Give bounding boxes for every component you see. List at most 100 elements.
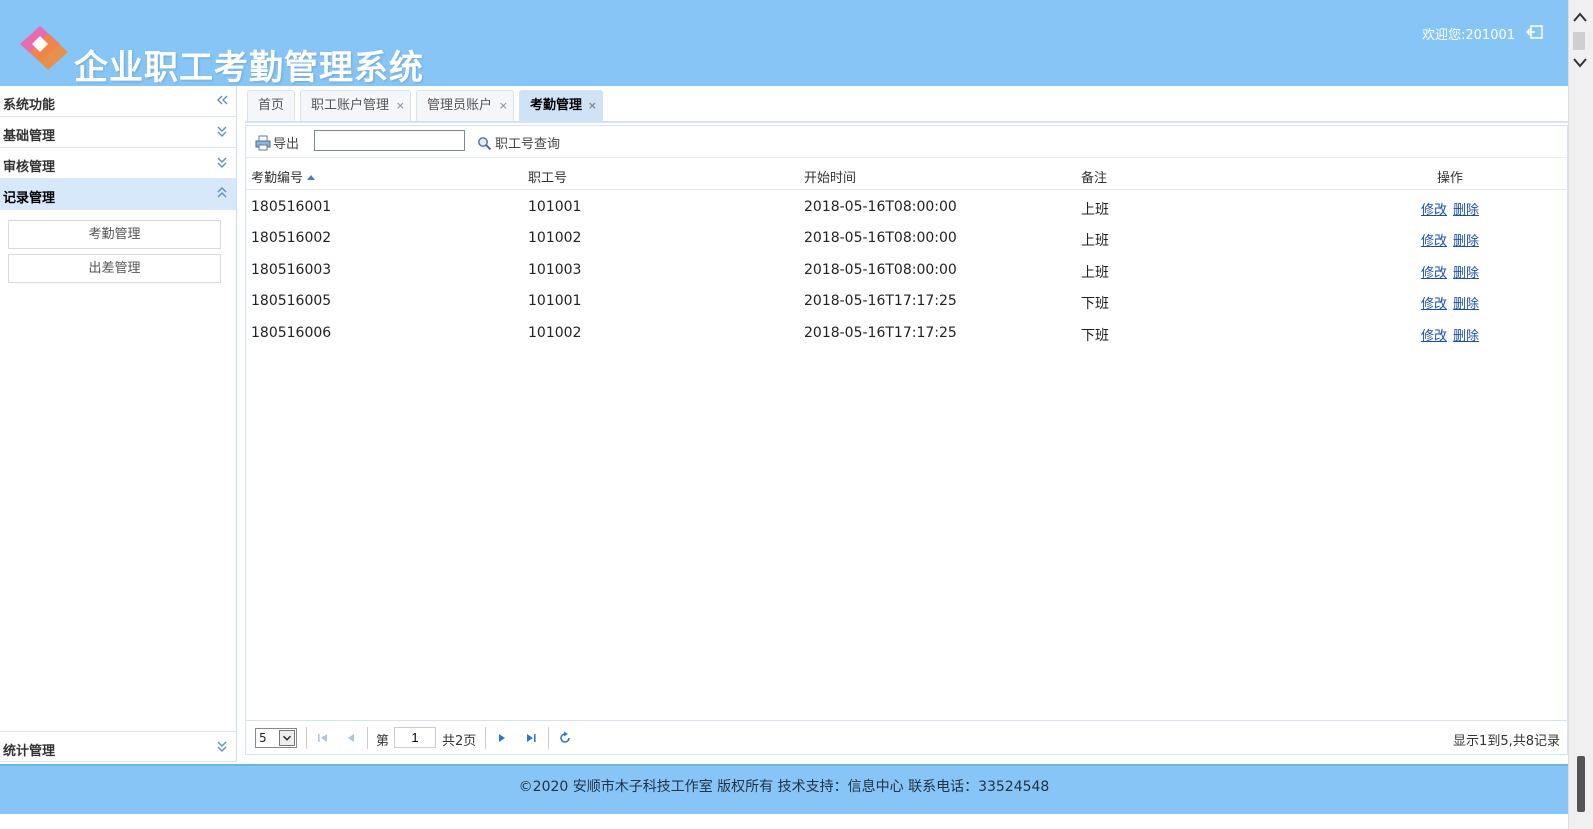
cell-note: 上班 bbox=[1081, 233, 1109, 249]
page-size-value: 5 bbox=[259, 731, 267, 745]
cell-start-time: 2018-05-16T08:00:00 bbox=[804, 262, 957, 278]
cell-employee-id: 101003 bbox=[528, 262, 582, 278]
pager-separator bbox=[367, 727, 368, 749]
pager-separator bbox=[548, 727, 549, 749]
cell-note: 上班 bbox=[1081, 202, 1109, 218]
cell-employee-id: 101001 bbox=[528, 293, 582, 309]
cell-start-time: 2018-05-16T08:00:00 bbox=[804, 199, 957, 215]
toolbar: 导出 职工号查询 bbox=[246, 126, 1567, 158]
tab-home[interactable]: 首页 bbox=[247, 90, 295, 121]
sidebar-title-label: 系统功能 bbox=[3, 98, 56, 113]
tab-admin-accounts[interactable]: 管理员账户 × bbox=[416, 90, 514, 121]
next-page-icon[interactable] bbox=[495, 731, 509, 745]
search-icon bbox=[478, 137, 492, 151]
footer: ©2020 安顺市木子科技工作室 版权所有 技术支持：信息中心 联系电话：335… bbox=[0, 764, 1568, 814]
grid-header: 考勤编号 职工号 开始时间 备注 操作 bbox=[246, 159, 1567, 190]
chevron-double-down-icon bbox=[217, 741, 227, 752]
collapse-left-icon[interactable] bbox=[216, 93, 228, 107]
column-header-start-time[interactable]: 开始时间 bbox=[804, 167, 856, 186]
sort-ascending-icon bbox=[307, 175, 316, 180]
chevron-double-down-icon bbox=[217, 126, 227, 137]
query-label: 职工号查询 bbox=[495, 137, 561, 152]
prev-page-icon[interactable] bbox=[344, 731, 358, 745]
delete-link[interactable]: 删除 bbox=[1453, 199, 1479, 218]
cell-attendance-id: 180516003 bbox=[251, 262, 332, 278]
last-page-icon[interactable] bbox=[524, 731, 538, 745]
tab-label: 管理员账户 bbox=[427, 98, 493, 113]
tab-close-icon[interactable]: × bbox=[396, 91, 405, 120]
sidebar-group-records[interactable]: 记录管理 bbox=[0, 179, 236, 210]
page-info: 显示1到5,共8记录 bbox=[1453, 734, 1560, 749]
edit-link[interactable]: 修改 bbox=[1421, 293, 1447, 312]
cell-employee-id: 101001 bbox=[528, 199, 582, 215]
scroll-up-icon[interactable] bbox=[1572, 10, 1588, 24]
cell-employee-id: 101002 bbox=[528, 325, 582, 341]
table-row[interactable]: 180516002 101002 2018-05-16T08:00:00 上班 … bbox=[246, 222, 1567, 253]
cell-start-time: 2018-05-16T08:00:00 bbox=[804, 230, 957, 246]
lower-scrollbar-thumb[interactable] bbox=[1577, 756, 1585, 812]
edit-link[interactable]: 修改 bbox=[1421, 230, 1447, 249]
employee-query-button[interactable]: 职工号查询 bbox=[477, 133, 560, 152]
cell-note: 上班 bbox=[1081, 265, 1109, 281]
cell-attendance-id: 180516006 bbox=[251, 325, 332, 341]
footer-copyright: ©2020 安顺市木子科技工作室 版权所有 技术支持：信息中心 联系电话：335… bbox=[518, 779, 1050, 795]
sidebar-item-attendance[interactable]: 考勤管理 bbox=[8, 220, 221, 249]
edit-link[interactable]: 修改 bbox=[1421, 199, 1447, 218]
table-row[interactable]: 180516001 101001 2018-05-16T08:00:00 上班 … bbox=[246, 191, 1567, 222]
app-header: 企业职工考勤管理系统 欢迎您:201001 bbox=[0, 0, 1568, 88]
table-row[interactable]: 180516003 101003 2018-05-16T08:00:00 上班 … bbox=[246, 254, 1567, 285]
export-button[interactable]: 导出 bbox=[255, 133, 299, 152]
sidebar-group-audit[interactable]: 审核管理 bbox=[0, 148, 236, 179]
sidebar-item-business-trip[interactable]: 出差管理 bbox=[8, 254, 221, 283]
cell-note: 下班 bbox=[1081, 296, 1109, 312]
sidebar-group-label: 记录管理 bbox=[3, 191, 56, 206]
chevron-double-down-icon bbox=[217, 157, 227, 168]
sidebar-title: 系统功能 bbox=[0, 86, 236, 117]
page-prefix: 第 bbox=[376, 734, 390, 749]
column-label: 考勤编号 bbox=[251, 171, 304, 186]
page-number-input[interactable] bbox=[394, 727, 436, 748]
delete-link[interactable]: 删除 bbox=[1453, 230, 1479, 249]
edit-link[interactable]: 修改 bbox=[1421, 325, 1447, 344]
tab-close-icon[interactable]: × bbox=[588, 91, 597, 120]
sidebar: 系统功能 基础管理 审核管理 记录管理 考勤管理 出差管理 统计管理 bbox=[0, 86, 237, 762]
tab-attendance[interactable]: 考勤管理 × bbox=[519, 90, 603, 121]
column-header-attendance-id[interactable]: 考勤编号 bbox=[251, 167, 316, 186]
cell-note: 下班 bbox=[1081, 328, 1109, 344]
cell-attendance-id: 180516001 bbox=[251, 199, 332, 215]
chevron-double-up-icon bbox=[217, 187, 227, 198]
logout-icon[interactable] bbox=[1526, 24, 1544, 40]
first-page-icon[interactable] bbox=[316, 731, 330, 745]
page-total: 共2页 bbox=[442, 734, 477, 749]
tab-label: 职工账户管理 bbox=[311, 98, 390, 113]
page-size-select[interactable]: 5 bbox=[255, 728, 297, 748]
chevron-down-icon bbox=[279, 730, 295, 746]
column-header-employee-id[interactable]: 职工号 bbox=[528, 167, 567, 186]
table-row[interactable]: 180516005 101001 2018-05-16T17:17:25 下班 … bbox=[246, 285, 1567, 316]
delete-link[interactable]: 删除 bbox=[1453, 293, 1479, 312]
scroll-down-icon[interactable] bbox=[1572, 56, 1588, 70]
edit-link[interactable]: 修改 bbox=[1421, 262, 1447, 281]
tab-label: 首页 bbox=[258, 98, 285, 113]
sidebar-group-label: 基础管理 bbox=[3, 129, 56, 144]
delete-link[interactable]: 删除 bbox=[1453, 325, 1479, 344]
tab-employee-accounts[interactable]: 职工账户管理 × bbox=[300, 90, 411, 121]
refresh-icon[interactable] bbox=[558, 731, 572, 745]
welcome-text: 欢迎您:201001 bbox=[1422, 28, 1516, 43]
sidebar-group-basic[interactable]: 基础管理 bbox=[0, 117, 236, 148]
scrollbar-thumb[interactable] bbox=[1573, 32, 1585, 50]
column-header-note[interactable]: 备注 bbox=[1081, 167, 1107, 186]
cell-attendance-id: 180516002 bbox=[251, 230, 332, 246]
tab-close-icon[interactable]: × bbox=[499, 91, 508, 120]
cell-employee-id: 101002 bbox=[528, 230, 582, 246]
table-row[interactable]: 180516006 101002 2018-05-16T17:17:25 下班 … bbox=[246, 317, 1567, 348]
sidebar-group-label: 审核管理 bbox=[3, 160, 56, 175]
pager-separator bbox=[485, 727, 486, 749]
employee-id-search-input[interactable] bbox=[314, 130, 465, 151]
delete-link[interactable]: 删除 bbox=[1453, 262, 1479, 281]
attendance-panel: 导出 职工号查询 考勤编号 职工号 开始时间 备注 操作 180516001 1… bbox=[245, 125, 1568, 755]
page-scrollbar[interactable] bbox=[1568, 0, 1593, 829]
cell-attendance-id: 180516005 bbox=[251, 293, 332, 309]
sidebar-group-stats[interactable]: 统计管理 bbox=[0, 731, 236, 762]
diamond-logo-icon bbox=[20, 26, 68, 70]
